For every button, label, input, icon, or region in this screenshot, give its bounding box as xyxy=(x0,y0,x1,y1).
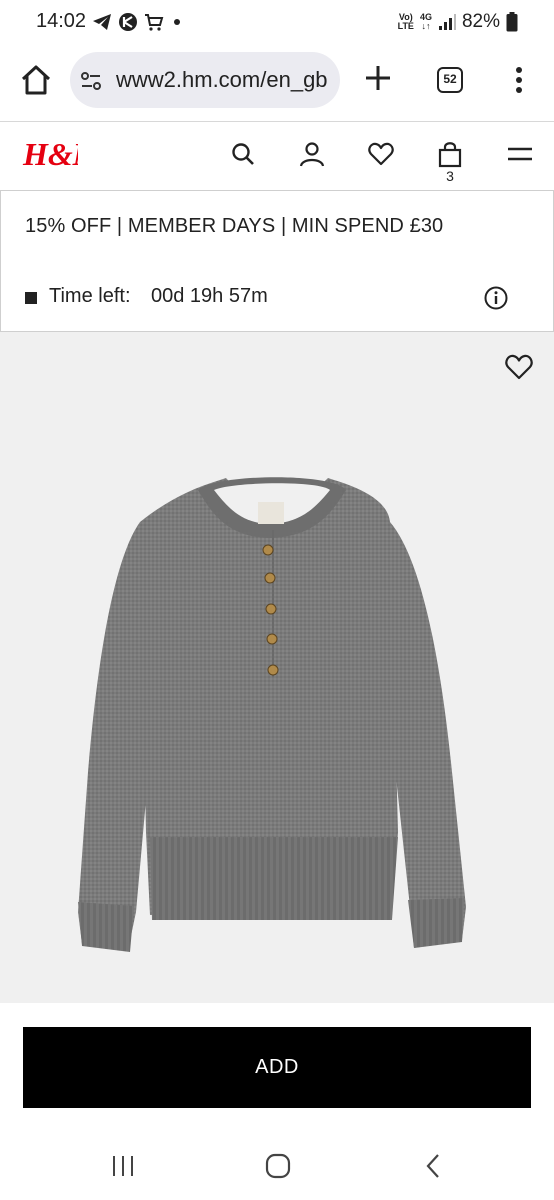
account-icon[interactable] xyxy=(298,140,326,168)
product-image[interactable] xyxy=(0,332,554,1003)
countdown-timer: 00d 19h 57m xyxy=(151,285,268,307)
address-bar[interactable]: www2.hm.com/en_gb xyxy=(70,52,340,108)
promo-title: 15% OFF | MEMBER DAYS | MIN SPEND £30 xyxy=(25,215,444,237)
home-icon[interactable] xyxy=(18,62,54,98)
search-icon[interactable] xyxy=(229,140,257,168)
sweater-image xyxy=(78,477,466,952)
network-type-indicator: 4G ↓↑ xyxy=(419,12,432,31)
dot-icon xyxy=(174,19,180,25)
status-right: Vo) LTE 4G ↓↑ 82% xyxy=(398,10,518,34)
home-nav-icon[interactable] xyxy=(264,1152,292,1180)
more-menu-icon[interactable] xyxy=(508,62,530,98)
shopping-bag-icon[interactable] xyxy=(436,140,464,168)
vpn-icon xyxy=(119,13,137,31)
volte-indicator: Vo) LTE xyxy=(397,12,414,31)
cart-notification-icon xyxy=(145,14,164,31)
signal-icon xyxy=(438,14,456,30)
promo-banner: 15% OFF | MEMBER DAYS | MIN SPEND £30 Ti… xyxy=(0,190,554,332)
time-left-label: Time left: xyxy=(49,285,131,307)
svg-text:H&M: H&M xyxy=(22,136,78,172)
hamburger-menu-icon[interactable] xyxy=(506,140,534,168)
bottom-action-panel: ADD xyxy=(0,1003,554,1130)
url-text: www2.hm.com/en_gb xyxy=(116,67,328,92)
hm-logo[interactable]: H&M xyxy=(22,134,78,174)
telegram-icon xyxy=(93,14,111,30)
promo-bullet xyxy=(25,292,37,304)
status-left-icons xyxy=(92,10,184,34)
status-bar: 14:02 Vo) LTE 4G ↓↑ 82% xyxy=(0,0,554,44)
add-button[interactable]: ADD xyxy=(23,1027,531,1108)
back-icon[interactable] xyxy=(420,1152,448,1180)
battery-percent: 82% xyxy=(461,11,500,32)
status-time: 14:02 xyxy=(36,10,87,32)
info-icon[interactable] xyxy=(484,286,508,310)
cart-count-badge: 3 xyxy=(446,168,454,184)
recent-apps-icon[interactable] xyxy=(109,1152,137,1180)
favorites-icon[interactable] xyxy=(367,140,395,168)
system-nav-bar xyxy=(0,1130,554,1200)
tab-switcher-button[interactable]: 52 xyxy=(437,67,463,93)
battery-icon xyxy=(506,12,518,32)
browser-toolbar: www2.hm.com/en_gb 52 xyxy=(0,44,554,120)
new-tab-icon[interactable] xyxy=(360,60,396,96)
site-settings-icon[interactable] xyxy=(80,70,102,92)
site-header: H&M 3 xyxy=(0,122,554,190)
add-to-favorites-icon[interactable] xyxy=(504,352,534,382)
